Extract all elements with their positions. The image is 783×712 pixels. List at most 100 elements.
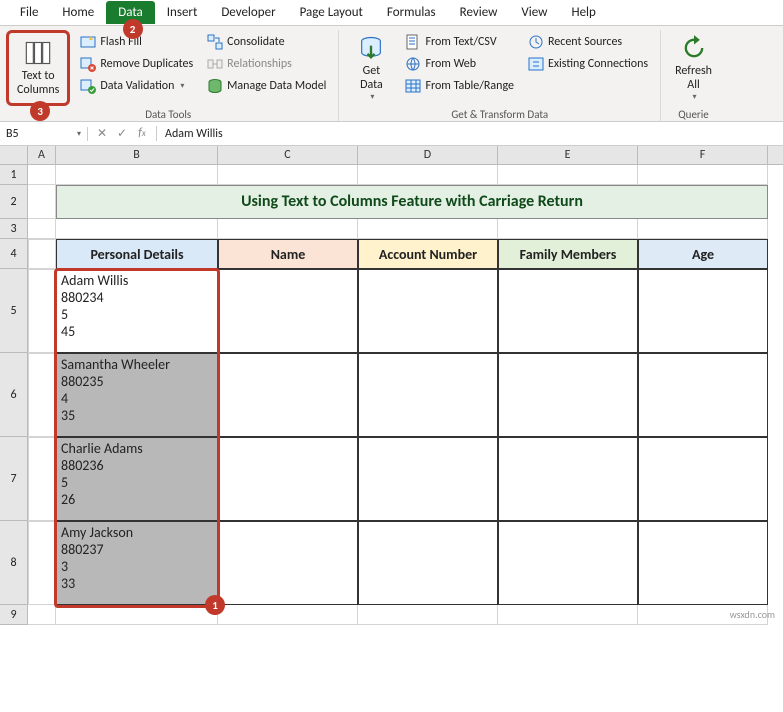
col-header-D[interactable]: D [358,146,498,164]
name-box[interactable]: B5▾ [0,127,88,141]
cell[interactable] [28,521,56,605]
cell[interactable] [498,605,638,625]
group-get-transform: Get Data▾ From Text/CSV From Web From Ta… [347,30,661,121]
text-to-columns-button[interactable]: Text to Columns [11,35,65,101]
cell[interactable] [28,219,56,239]
tab-developer[interactable]: Developer [209,1,287,24]
cell[interactable] [218,437,358,521]
from-table-icon [405,78,421,94]
row-header-7[interactable]: 7 [0,437,28,521]
from-web-button[interactable]: From Web [401,54,518,74]
cell[interactable] [28,353,56,437]
col-header-F[interactable]: F [638,146,768,164]
row-header-5[interactable]: 5 [0,269,28,353]
cell[interactable] [358,165,498,185]
cell[interactable] [28,605,56,625]
remove-duplicates-button[interactable]: Remove Duplicates [76,54,197,74]
cell[interactable] [56,605,218,625]
header-personal-details[interactable]: Personal Details [56,239,218,269]
recent-sources-button[interactable]: Recent Sources [524,32,652,52]
data-validation-button[interactable]: Data Validation▾ [76,76,197,96]
tab-data[interactable]: Data 2 [106,1,155,24]
from-web-icon [405,56,421,72]
row-header-6[interactable]: 6 [0,353,28,437]
col-header-E[interactable]: E [498,146,638,164]
tab-file[interactable]: File [8,1,50,24]
cell[interactable] [638,219,768,239]
from-table-range-button[interactable]: From Table/Range [401,76,518,96]
cell[interactable] [28,269,56,353]
tab-pagelayout[interactable]: Page Layout [288,1,375,24]
cell[interactable] [498,219,638,239]
fx-button[interactable]: fx [134,126,150,141]
title-cell[interactable]: Using Text to Columns Feature with Carri… [56,185,768,219]
cell[interactable] [358,521,498,605]
consolidate-icon [207,34,223,50]
tab-help[interactable]: Help [559,1,607,24]
col-header-C[interactable]: C [218,146,358,164]
cell[interactable] [28,185,56,219]
row-header-3[interactable]: 3 [0,219,28,239]
from-text-csv-button[interactable]: From Text/CSV [401,32,518,52]
cell[interactable] [56,165,218,185]
manage-data-model-button[interactable]: Manage Data Model [203,76,330,96]
cell[interactable] [218,605,358,625]
row-header-1[interactable]: 1 [0,165,28,185]
remove-duplicates-icon [80,56,96,72]
tab-formulas[interactable]: Formulas [375,1,448,24]
header-age[interactable]: Age [638,239,768,269]
cell[interactable] [638,353,768,437]
formula-value[interactable]: Adam Willis [157,127,783,141]
select-all-corner[interactable] [0,146,28,164]
cell-b7[interactable]: Charlie Adams 880236 5 26 [56,437,218,521]
refresh-all-button[interactable]: Refresh All▾ [669,30,718,106]
col-header-B[interactable]: B [56,146,218,164]
cell[interactable] [638,521,768,605]
cell[interactable] [358,437,498,521]
cell[interactable] [218,269,358,353]
cell[interactable] [218,521,358,605]
cancel-formula-button[interactable]: ✕ [94,126,110,141]
cell[interactable] [218,165,358,185]
consolidate-button[interactable]: Consolidate [203,32,330,52]
refresh-all-icon [680,34,708,62]
cell[interactable] [638,269,768,353]
existing-connections-button[interactable]: Existing Connections [524,54,652,74]
cell[interactable] [498,353,638,437]
cell[interactable] [358,605,498,625]
cell-b8[interactable]: Amy Jackson 880237 3 33 [56,521,218,605]
cell[interactable] [498,269,638,353]
tab-insert[interactable]: Insert [155,1,210,24]
cell[interactable] [498,521,638,605]
cell[interactable] [358,353,498,437]
cell[interactable] [638,437,768,521]
header-family-members[interactable]: Family Members [498,239,638,269]
row-header-4[interactable]: 4 [0,239,28,269]
cell[interactable] [28,437,56,521]
header-account-number[interactable]: Account Number [358,239,498,269]
header-name[interactable]: Name [218,239,358,269]
cell[interactable] [358,269,498,353]
relationships-button[interactable]: Relationships [203,54,330,74]
tab-review[interactable]: Review [448,1,510,24]
col-header-A[interactable]: A [28,146,56,164]
cell[interactable] [638,165,768,185]
row-header-9[interactable]: 9 [0,605,28,625]
cell[interactable] [218,219,358,239]
tab-view[interactable]: View [509,1,559,24]
row-header-2[interactable]: 2 [0,185,28,219]
cell[interactable] [498,437,638,521]
tab-home[interactable]: Home [50,1,106,24]
cell-b5[interactable]: Adam Willis 880234 5 45 [56,269,218,353]
enter-formula-button[interactable]: ✓ [114,126,130,141]
get-data-button[interactable]: Get Data▾ [347,30,395,106]
row-header-8[interactable]: 8 [0,521,28,605]
cell[interactable] [28,239,56,269]
cell[interactable] [56,219,218,239]
cell-b6[interactable]: Samantha Wheeler 880235 4 35 [56,353,218,437]
cell[interactable] [218,353,358,437]
cell[interactable] [498,165,638,185]
cell[interactable] [28,165,56,185]
cell[interactable] [358,219,498,239]
text-to-columns-icon [24,39,52,67]
